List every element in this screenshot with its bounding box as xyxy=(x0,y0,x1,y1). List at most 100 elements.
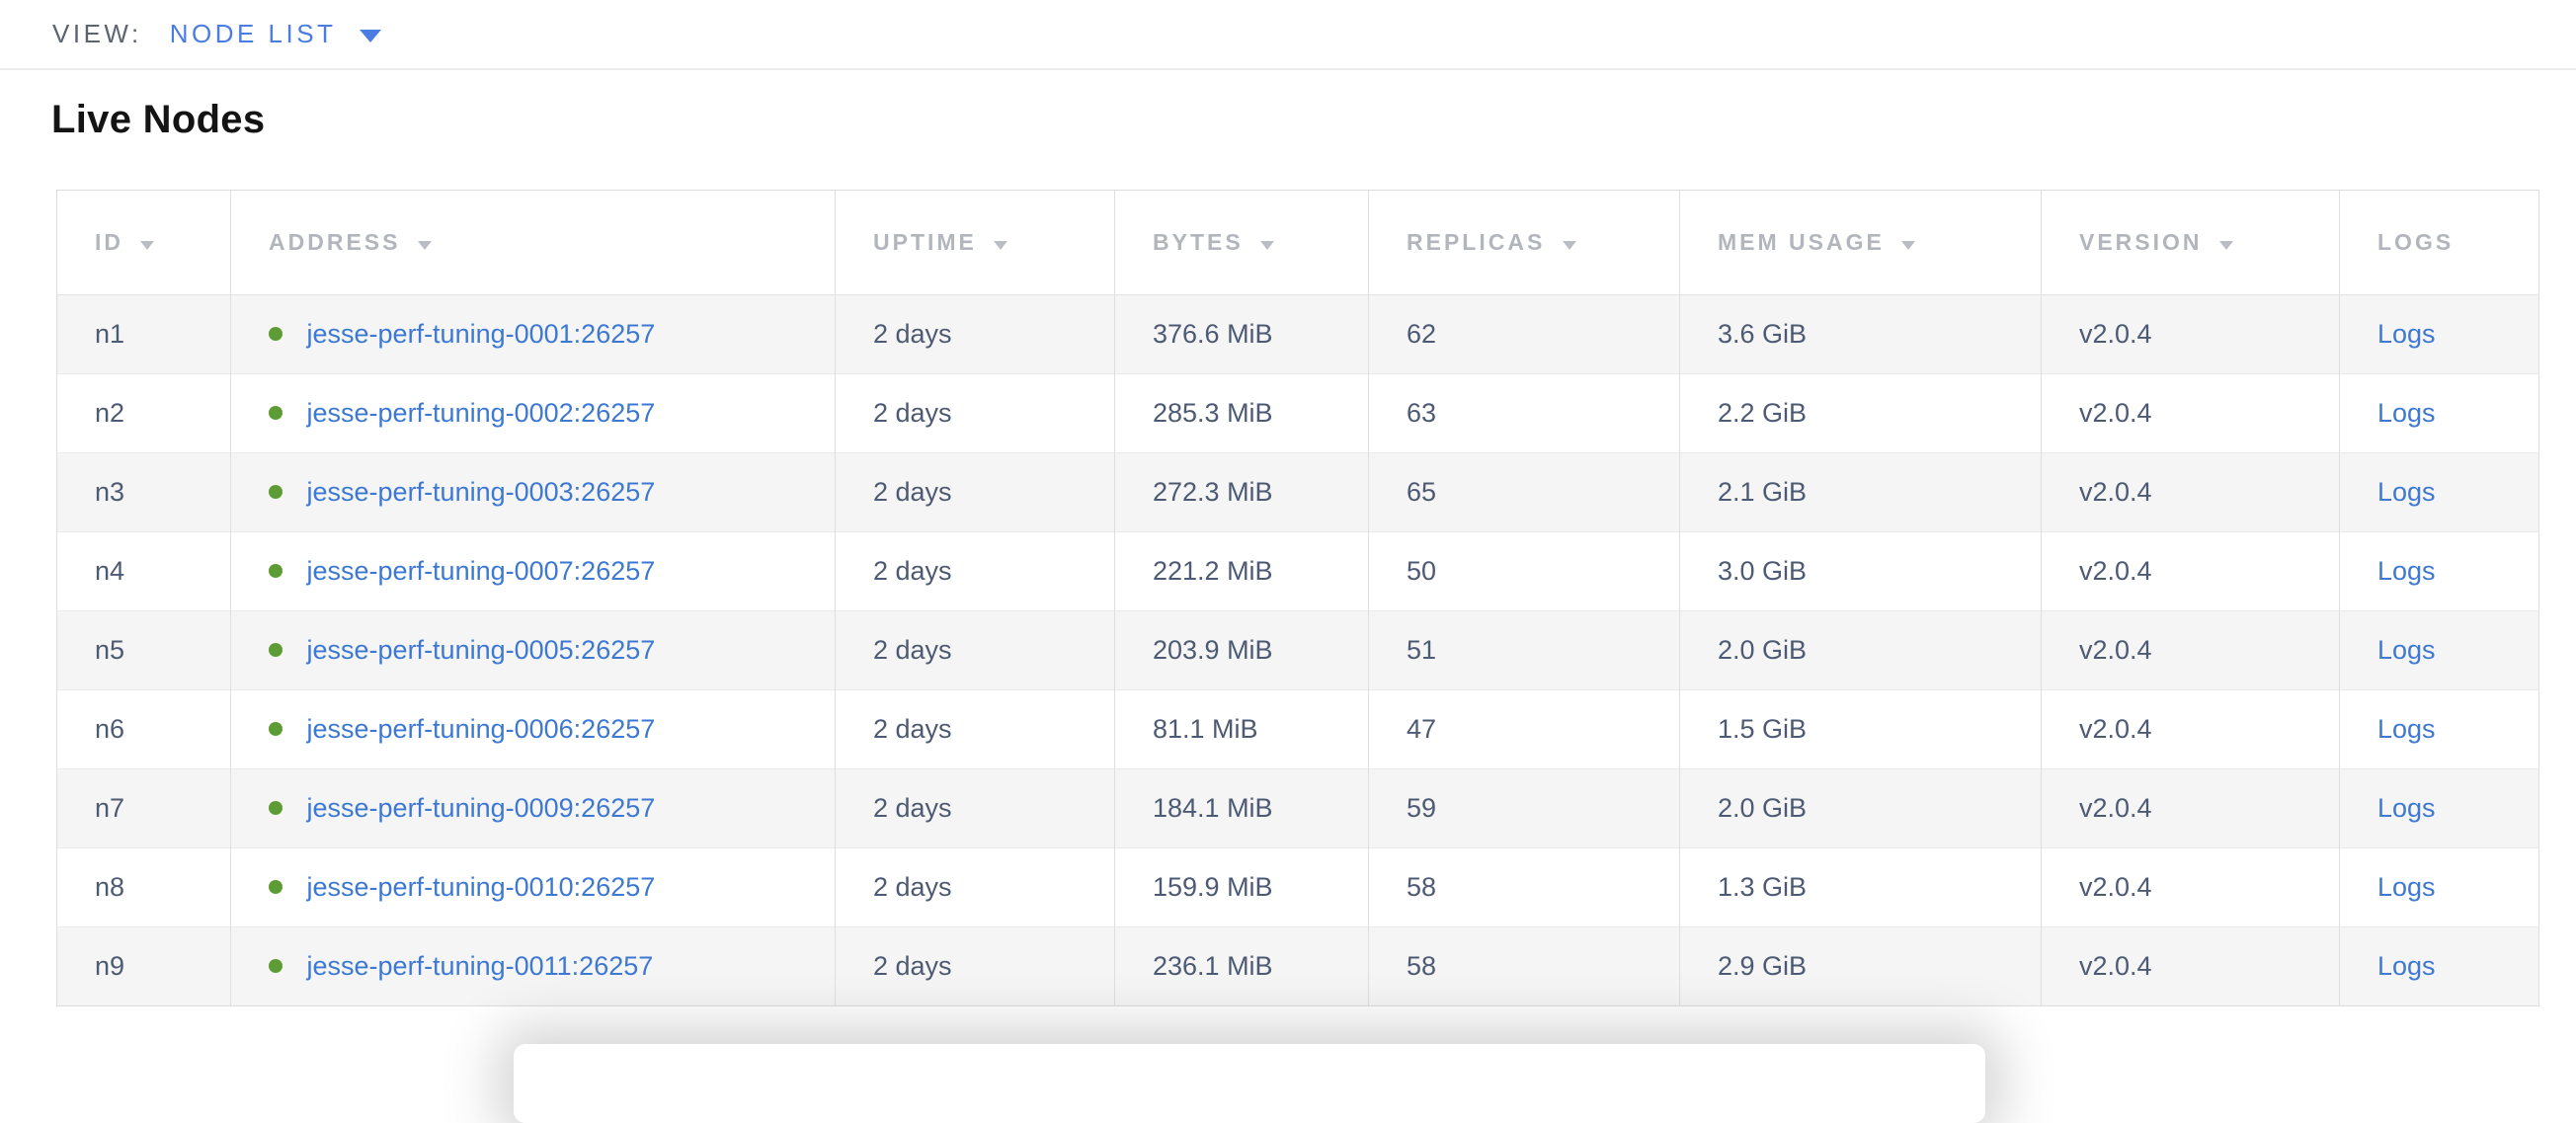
node-logs-link[interactable]: Logs xyxy=(2377,635,2436,665)
node-id-cell: n8 xyxy=(57,848,231,927)
view-label: VIEW: xyxy=(52,19,142,49)
node-address-link[interactable]: jesse-perf-tuning-0007:26257 xyxy=(307,556,656,586)
column-header-label: ADDRESS xyxy=(269,229,400,255)
node-version: v2.0.4 xyxy=(2079,872,2152,902)
node-replicas: 50 xyxy=(1407,556,1436,586)
node-mem-usage: 1.5 GiB xyxy=(1718,714,1807,744)
node-address-link[interactable]: jesse-perf-tuning-0003:26257 xyxy=(307,477,656,507)
node-replicas: 59 xyxy=(1407,793,1436,823)
node-replicas-cell: 58 xyxy=(1369,927,1680,1006)
view-dropdown[interactable]: NODE LIST xyxy=(170,19,382,49)
node-replicas-cell: 58 xyxy=(1369,848,1680,927)
node-bytes: 272.3 MiB xyxy=(1153,477,1273,507)
column-header-label: REPLICAS xyxy=(1407,229,1545,255)
next-card-shadow xyxy=(514,1044,1985,1123)
sort-caret-icon xyxy=(418,241,432,250)
node-version: v2.0.4 xyxy=(2079,477,2152,507)
node-mem-usage: 2.1 GiB xyxy=(1718,477,1807,507)
live-status-dot-icon xyxy=(269,801,282,815)
column-header-label: MEM USAGE xyxy=(1718,229,1885,255)
node-logs-cell: Logs xyxy=(2340,295,2539,374)
node-address-cell: jesse-perf-tuning-0005:26257 xyxy=(231,611,836,690)
node-mem-usage-cell: 2.9 GiB xyxy=(1680,927,2042,1006)
node-id-cell: n9 xyxy=(57,927,231,1006)
node-replicas: 51 xyxy=(1407,635,1436,665)
table-row: n3 jesse-perf-tuning-0003:26257 2 days 2… xyxy=(57,453,2539,532)
node-id: n2 xyxy=(95,398,124,428)
node-logs-link[interactable]: Logs xyxy=(2377,872,2436,902)
node-mem-usage: 1.3 GiB xyxy=(1718,872,1807,902)
node-bytes: 236.1 MiB xyxy=(1153,951,1273,981)
node-version: v2.0.4 xyxy=(2079,714,2152,744)
column-header-id[interactable]: ID xyxy=(57,191,231,295)
live-nodes-table: ID ADDRESS UPTIME BYTES REPLICAS MEM USA… xyxy=(56,190,2539,1006)
node-uptime-cell: 2 days xyxy=(836,769,1115,848)
node-version-cell: v2.0.4 xyxy=(2042,295,2340,374)
node-logs-link[interactable]: Logs xyxy=(2377,714,2436,744)
node-address-link[interactable]: jesse-perf-tuning-0009:26257 xyxy=(307,793,656,823)
column-header-bytes[interactable]: BYTES xyxy=(1115,191,1369,295)
sort-caret-icon xyxy=(994,241,1007,250)
table-row: n1 jesse-perf-tuning-0001:26257 2 days 3… xyxy=(57,295,2539,374)
node-version-cell: v2.0.4 xyxy=(2042,927,2340,1006)
node-mem-usage-cell: 1.5 GiB xyxy=(1680,690,2042,769)
node-logs-link[interactable]: Logs xyxy=(2377,951,2436,981)
node-uptime-cell: 2 days xyxy=(836,690,1115,769)
node-logs-link[interactable]: Logs xyxy=(2377,477,2436,507)
column-header-label: ID xyxy=(95,229,123,255)
node-address-link[interactable]: jesse-perf-tuning-0006:26257 xyxy=(307,714,656,744)
node-uptime: 2 days xyxy=(873,872,952,902)
node-address-link[interactable]: jesse-perf-tuning-0001:26257 xyxy=(307,319,656,349)
live-status-dot-icon xyxy=(269,485,282,499)
node-logs-link[interactable]: Logs xyxy=(2377,398,2436,428)
view-dropdown-value[interactable]: NODE LIST xyxy=(170,19,337,49)
node-version-cell: v2.0.4 xyxy=(2042,611,2340,690)
sort-caret-icon xyxy=(1563,241,1576,250)
table-row: n4 jesse-perf-tuning-0007:26257 2 days 2… xyxy=(57,532,2539,611)
node-bytes-cell: 203.9 MiB xyxy=(1115,611,1369,690)
column-header-address[interactable]: ADDRESS xyxy=(231,191,836,295)
column-header-version[interactable]: VERSION xyxy=(2042,191,2340,295)
column-header-replicas[interactable]: REPLICAS xyxy=(1369,191,1680,295)
table-row: n8 jesse-perf-tuning-0010:26257 2 days 1… xyxy=(57,848,2539,927)
node-replicas-cell: 59 xyxy=(1369,769,1680,848)
column-header-label: VERSION xyxy=(2079,229,2203,255)
node-address-link[interactable]: jesse-perf-tuning-0002:26257 xyxy=(307,398,656,428)
table-header-row: ID ADDRESS UPTIME BYTES REPLICAS MEM USA… xyxy=(57,191,2539,295)
column-header-uptime[interactable]: UPTIME xyxy=(836,191,1115,295)
node-uptime: 2 days xyxy=(873,477,952,507)
node-bytes: 159.9 MiB xyxy=(1153,872,1273,902)
node-address-link[interactable]: jesse-perf-tuning-0010:26257 xyxy=(307,872,656,902)
node-version: v2.0.4 xyxy=(2079,398,2152,428)
node-address-link[interactable]: jesse-perf-tuning-0011:26257 xyxy=(307,951,654,981)
column-header-label: BYTES xyxy=(1153,229,1244,255)
node-address-cell: jesse-perf-tuning-0003:26257 xyxy=(231,453,836,532)
node-uptime: 2 days xyxy=(873,635,952,665)
node-logs-cell: Logs xyxy=(2340,611,2539,690)
node-id: n6 xyxy=(95,714,124,744)
node-bytes-cell: 184.1 MiB xyxy=(1115,769,1369,848)
node-logs-link[interactable]: Logs xyxy=(2377,556,2436,586)
node-version: v2.0.4 xyxy=(2079,793,2152,823)
node-version: v2.0.4 xyxy=(2079,319,2152,349)
table-row: n7 jesse-perf-tuning-0009:26257 2 days 1… xyxy=(57,769,2539,848)
node-logs-link[interactable]: Logs xyxy=(2377,319,2436,349)
node-version-cell: v2.0.4 xyxy=(2042,374,2340,453)
node-bytes-cell: 376.6 MiB xyxy=(1115,295,1369,374)
node-logs-cell: Logs xyxy=(2340,374,2539,453)
sort-caret-icon xyxy=(1901,241,1915,250)
node-id-cell: n6 xyxy=(57,690,231,769)
node-id: n8 xyxy=(95,872,124,902)
live-status-dot-icon xyxy=(269,959,282,973)
node-mem-usage-cell: 3.6 GiB xyxy=(1680,295,2042,374)
node-mem-usage-cell: 2.1 GiB xyxy=(1680,453,2042,532)
node-address-link[interactable]: jesse-perf-tuning-0005:26257 xyxy=(307,635,656,665)
caret-down-icon xyxy=(360,30,381,42)
node-address-cell: jesse-perf-tuning-0002:26257 xyxy=(231,374,836,453)
node-replicas: 65 xyxy=(1407,477,1436,507)
node-bytes: 184.1 MiB xyxy=(1153,793,1273,823)
node-id: n3 xyxy=(95,477,124,507)
node-logs-link[interactable]: Logs xyxy=(2377,793,2436,823)
node-version: v2.0.4 xyxy=(2079,951,2152,981)
column-header-mem-usage[interactable]: MEM USAGE xyxy=(1680,191,2042,295)
